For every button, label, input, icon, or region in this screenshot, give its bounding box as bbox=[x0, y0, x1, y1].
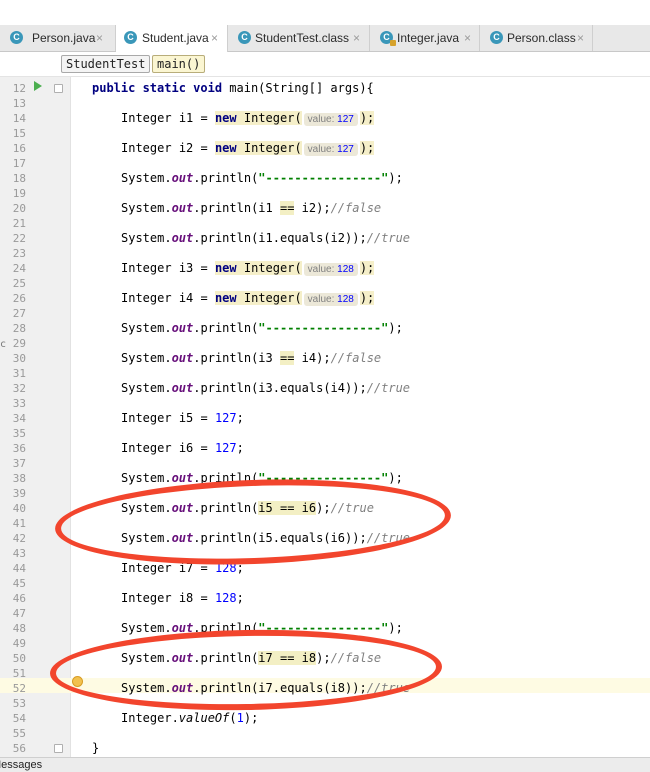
parameter-hint: value: 128 bbox=[303, 293, 358, 306]
tab-label: Person.java bbox=[32, 31, 96, 45]
line-number: 51 bbox=[12, 667, 26, 680]
line-number: 12 bbox=[12, 82, 26, 95]
line-number: 49 bbox=[12, 637, 26, 650]
tab-label: StudentTest.class bbox=[255, 31, 350, 45]
line-number: 35 bbox=[12, 427, 26, 440]
line-number: 28 bbox=[12, 322, 26, 335]
tab-student-java[interactable]: C Student.java × bbox=[116, 25, 228, 52]
close-icon[interactable]: × bbox=[96, 25, 103, 51]
tab-label: Student.java bbox=[142, 31, 209, 45]
class-icon: C bbox=[124, 31, 137, 44]
line-number: 24 bbox=[12, 262, 26, 275]
final-class-icon: C bbox=[380, 31, 396, 46]
breadcrumb-method[interactable]: main() bbox=[152, 55, 206, 73]
line-number: 36 bbox=[12, 442, 26, 455]
parameter-hint: value: 127 bbox=[303, 113, 358, 126]
code-line-16: Integer i2 = new Integer(value: 127); bbox=[121, 141, 375, 156]
line-number: 16 bbox=[12, 142, 26, 155]
line-number: 15 bbox=[12, 127, 26, 140]
code-line-26: Integer i4 = new Integer(value: 128); bbox=[121, 291, 375, 306]
code-line-34: Integer i5 = 127; bbox=[121, 411, 244, 425]
code-line-46: Integer i8 = 128; bbox=[121, 591, 244, 605]
line-number: 32 bbox=[12, 382, 26, 395]
line-number: 53 bbox=[12, 697, 26, 710]
class-icon: C bbox=[238, 31, 251, 44]
class-icon: C bbox=[10, 31, 23, 44]
code-line-30: System.out.println(i3 == i4);//false bbox=[121, 351, 382, 365]
tab-label: Person.class bbox=[507, 31, 576, 45]
close-icon[interactable]: × bbox=[211, 25, 218, 51]
line-number: 43 bbox=[12, 547, 26, 560]
line-number: 40 bbox=[12, 502, 26, 515]
line-number: 20 bbox=[12, 202, 26, 215]
line-number: 54 bbox=[12, 712, 26, 725]
line-number: 34 bbox=[12, 412, 26, 425]
tab-studenttest-class[interactable]: C StudentTest.class × bbox=[228, 25, 370, 51]
line-number: 39 bbox=[12, 487, 26, 500]
messages-tab[interactable]: Messages bbox=[0, 759, 42, 771]
line-number: 55 bbox=[12, 727, 26, 740]
line-number: 13 bbox=[12, 97, 26, 110]
annotation-circle bbox=[49, 626, 443, 714]
line-number: 38 bbox=[12, 472, 26, 485]
code-line-18: System.out.println("----------------"); bbox=[121, 171, 403, 185]
code-line-56: } bbox=[92, 741, 100, 755]
line-number: 56 bbox=[12, 742, 26, 755]
close-icon[interactable]: × bbox=[464, 25, 471, 51]
code-line-24: Integer i3 = new Integer(value: 128); bbox=[121, 261, 375, 276]
line-number: 25 bbox=[12, 277, 26, 290]
window-top bbox=[0, 0, 650, 25]
line-number: 23 bbox=[12, 247, 26, 260]
tab-label: Integer.java bbox=[397, 31, 460, 45]
line-number: 17 bbox=[12, 157, 26, 170]
line-number: 31 bbox=[12, 367, 26, 380]
line-number: 45 bbox=[12, 577, 26, 590]
parameter-hint: value: 128 bbox=[303, 263, 358, 276]
close-icon[interactable]: × bbox=[577, 25, 584, 51]
line-number: 21 bbox=[12, 217, 26, 230]
code-line-32: System.out.println(i3.equals(i4));//true bbox=[121, 381, 411, 395]
fold-icon[interactable] bbox=[54, 84, 63, 93]
line-number: 30 bbox=[12, 352, 26, 365]
line-number: 14 bbox=[12, 112, 26, 125]
bottom-tool-bar: Messages bbox=[0, 757, 650, 772]
line-number: 33 bbox=[12, 397, 26, 410]
tab-person-java[interactable]: C Person.java × bbox=[10, 25, 116, 51]
editor-tab-bar: C Person.java × C Student.java × C Stude… bbox=[0, 25, 650, 52]
line-number: 44 bbox=[12, 562, 26, 575]
line-number: 52 bbox=[12, 682, 26, 695]
tab-integer-java[interactable]: C Integer.java × bbox=[370, 25, 480, 51]
run-icon[interactable] bbox=[34, 81, 42, 91]
line-number: 27 bbox=[12, 307, 26, 320]
line-number: 37 bbox=[12, 457, 26, 470]
code-line-54: Integer.valueOf(1); bbox=[121, 711, 259, 725]
annotation-circle bbox=[53, 473, 453, 571]
line-number: 18 bbox=[12, 172, 26, 185]
code-line-36: Integer i6 = 127; bbox=[121, 441, 244, 455]
line-number: 22 bbox=[12, 232, 26, 245]
code-line-14: Integer i1 = new Integer(value: 127); bbox=[121, 111, 375, 126]
line-number: 26 bbox=[12, 292, 26, 305]
line-number: 41 bbox=[12, 517, 26, 530]
parameter-hint: value: 127 bbox=[303, 143, 358, 156]
tab-person-class[interactable]: C Person.class × bbox=[480, 25, 593, 51]
code-line-12: public static void main(String[] args){ bbox=[92, 81, 374, 95]
line-number: 50 bbox=[12, 652, 26, 665]
line-number: 48 bbox=[12, 622, 26, 635]
breadcrumb-class[interactable]: StudentTest bbox=[61, 55, 151, 73]
close-icon[interactable]: × bbox=[353, 25, 360, 51]
code-line-22: System.out.println(i1.equals(i2));//true bbox=[121, 231, 411, 245]
breadcrumb: StudentTest main() bbox=[0, 52, 650, 77]
line-number: 47 bbox=[12, 607, 26, 620]
line-number: 19 bbox=[12, 187, 26, 200]
line-number: 46 bbox=[12, 592, 26, 605]
code-line-28: System.out.println("----------------"); bbox=[121, 321, 403, 335]
line-number: 29 bbox=[12, 337, 26, 350]
code-line-20: System.out.println(i1 == i2);//false bbox=[121, 201, 382, 215]
line-number: 42 bbox=[12, 532, 26, 545]
class-icon: C bbox=[490, 31, 503, 44]
fold-icon[interactable] bbox=[54, 744, 63, 753]
